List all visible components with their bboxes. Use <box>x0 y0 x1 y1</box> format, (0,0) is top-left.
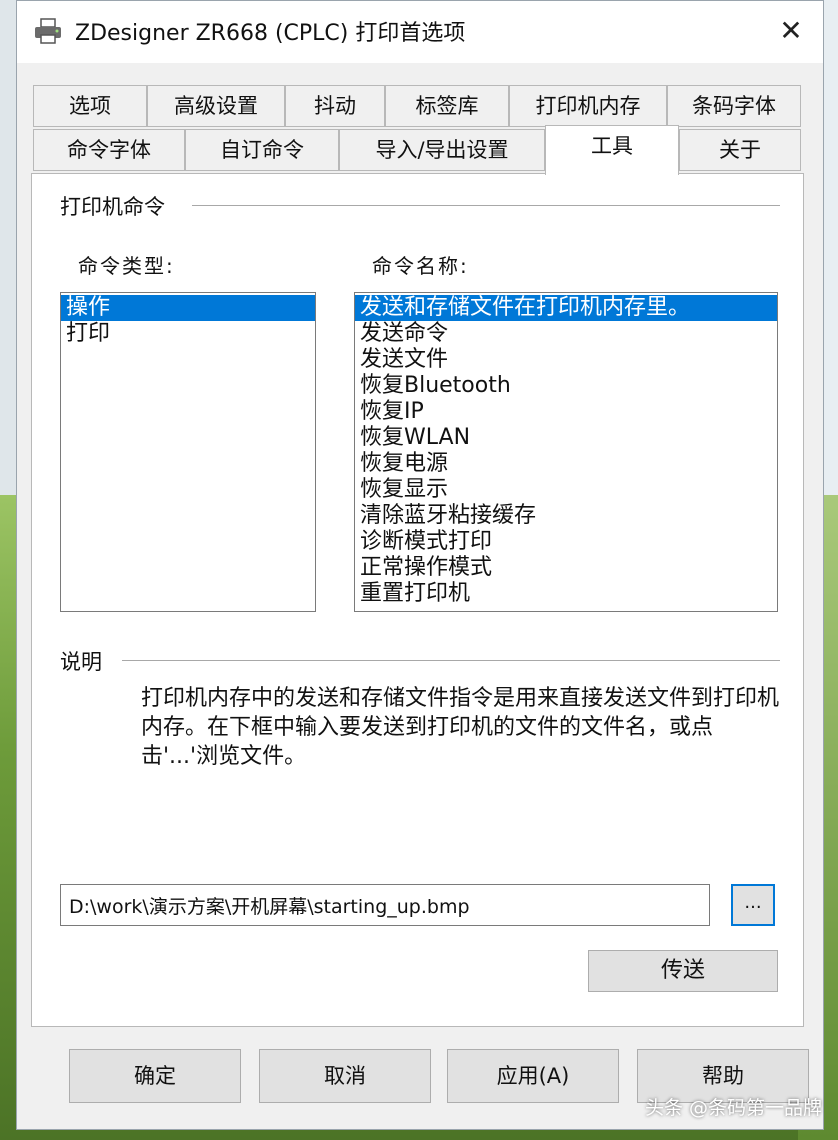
command-type-item[interactable]: 打印 <box>61 321 315 347</box>
file-path-input[interactable] <box>60 884 710 926</box>
ok-button[interactable]: 确定 <box>69 1049 241 1103</box>
command-type-item[interactable]: 操作 <box>61 295 315 321</box>
tab-label-library[interactable]: 标签库 <box>385 85 509 127</box>
watermark-text: 头条 @条码第一品牌 <box>644 1097 822 1119</box>
command-name-list[interactable]: 发送和存储文件在打印机内存里。 发送命令 发送文件 恢复Bluetooth 恢复IP 恢复… <box>354 292 778 612</box>
command-name-item[interactable]: 发送命令 <box>355 321 777 347</box>
tools-tab-page: 打印机命令 命令类型: 命令名称: 操作 打印 发送和存储文件在打印机内存里。 发送… <box>31 173 804 1027</box>
tab-barcode-fonts[interactable]: 条码字体 <box>667 85 801 127</box>
title-bar[interactable]: ZDesigner ZR668 (CPLC) 打印首选项 ✕ <box>17 1 823 63</box>
group-divider <box>122 660 780 661</box>
tab-advanced-settings[interactable]: 高级设置 <box>147 85 285 127</box>
command-name-item[interactable]: 恢复IP <box>355 399 777 425</box>
send-button[interactable]: 传送 <box>588 950 778 992</box>
command-name-item[interactable]: 恢复WLAN <box>355 425 777 451</box>
tab-options[interactable]: 选项 <box>33 85 147 127</box>
apply-button[interactable]: 应用(A) <box>447 1049 619 1103</box>
command-name-item[interactable]: 恢复显示 <box>355 477 777 503</box>
tab-tools[interactable]: 工具 <box>545 125 679 175</box>
printing-preferences-window: ZDesigner ZR668 (CPLC) 打印首选项 ✕ 选项 高级设置 抖… <box>16 0 824 1130</box>
command-name-item[interactable]: 诊断模式打印 <box>355 529 777 555</box>
browse-button[interactable]: ... <box>731 884 775 926</box>
close-button[interactable]: ✕ <box>773 13 809 49</box>
command-name-item[interactable]: 正常操作模式 <box>355 555 777 581</box>
tab-import-export-settings[interactable]: 导入/导出设置 <box>339 129 545 171</box>
command-name-item[interactable]: 恢复Bluetooth <box>355 373 777 399</box>
command-type-label: 命令类型: <box>78 254 175 278</box>
tab-command-fonts[interactable]: 命令字体 <box>33 129 185 171</box>
command-name-item[interactable]: 发送和存储文件在打印机内存里。 <box>355 295 777 321</box>
description-text: 打印机内存中的发送和存储文件指令是用来直接发送文件到打印机内存。在下框中输入要发… <box>141 686 780 769</box>
tab-custom-commands[interactable]: 自订命令 <box>185 129 339 171</box>
tab-about[interactable]: 关于 <box>679 129 801 171</box>
printer-commands-group-label: 打印机命令 <box>60 191 165 221</box>
command-name-item[interactable]: 重置打印机 <box>355 581 777 607</box>
close-icon: ✕ <box>779 14 803 47</box>
cancel-button[interactable]: 取消 <box>259 1049 431 1103</box>
command-name-label: 命令名称: <box>372 254 469 278</box>
command-name-item[interactable]: 清除蓝牙粘接缓存 <box>355 503 777 529</box>
command-name-item[interactable]: 恢复电源 <box>355 451 777 477</box>
window-title: ZDesigner ZR668 (CPLC) 打印首选项 <box>75 21 466 46</box>
command-type-list[interactable]: 操作 打印 <box>60 292 316 612</box>
printer-icon <box>35 18 61 44</box>
tab-dithering[interactable]: 抖动 <box>285 85 385 127</box>
tab-printer-memory[interactable]: 打印机内存 <box>509 85 667 127</box>
description-group-label: 说明 <box>60 646 102 676</box>
group-divider <box>192 205 780 206</box>
command-name-item[interactable]: 发送文件 <box>355 347 777 373</box>
